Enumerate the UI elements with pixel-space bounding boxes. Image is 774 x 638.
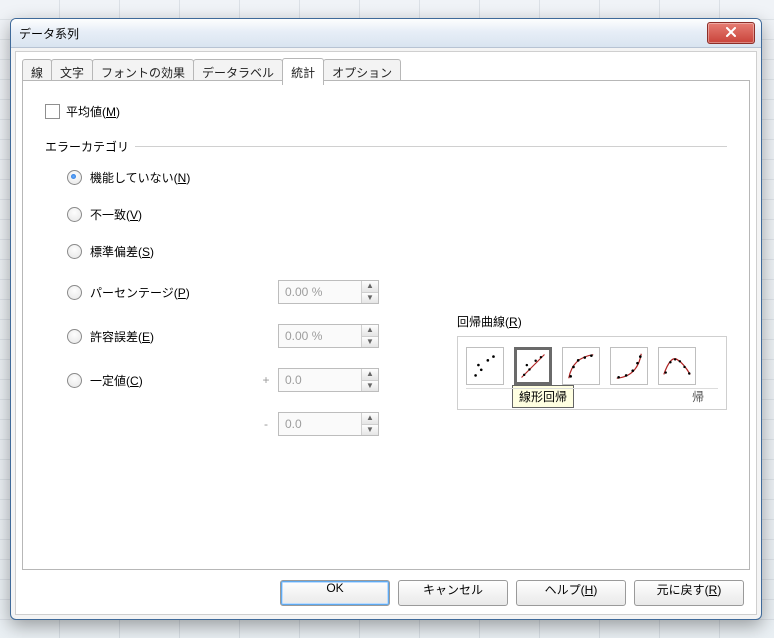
regression-caption: 帰 bbox=[692, 388, 704, 405]
spin-down-icon[interactable]: ▼ bbox=[362, 425, 378, 436]
spin-down-icon[interactable]: ▼ bbox=[362, 337, 378, 348]
radio-constant[interactable] bbox=[67, 373, 82, 388]
regression-label: 回帰曲線(R) bbox=[457, 313, 727, 330]
mean-value-label: 平均値(M) bbox=[66, 103, 120, 120]
regression-option-exponential[interactable] bbox=[610, 347, 648, 385]
statistics-panel: 平均値(M) エラーカテゴリ 機能していない(N) 不一致(V) 標準偏差(S) bbox=[22, 81, 750, 570]
ok-button[interactable]: OK bbox=[280, 580, 390, 606]
radio-variance[interactable] bbox=[67, 207, 82, 222]
regression-section: 回帰曲線(R) bbox=[457, 313, 727, 410]
button-bar: OK キャンセル ヘルプ(H) 元に戻す(R) bbox=[280, 580, 744, 606]
regression-option-none[interactable] bbox=[466, 347, 504, 385]
error-margin-spinner[interactable]: ▲▼ bbox=[278, 324, 379, 348]
spin-up-icon[interactable]: ▲ bbox=[362, 325, 378, 337]
constant-minus-spinner[interactable]: ▲▼ bbox=[278, 412, 379, 436]
spin-down-icon[interactable]: ▼ bbox=[362, 381, 378, 392]
titlebar[interactable]: データ系列 bbox=[11, 19, 761, 48]
cancel-button[interactable]: キャンセル bbox=[398, 580, 508, 606]
close-button[interactable] bbox=[707, 22, 755, 44]
row-constant-minus: - ▲▼ bbox=[67, 412, 727, 436]
regression-option-linear[interactable] bbox=[514, 347, 552, 385]
regression-none-icon bbox=[469, 350, 501, 382]
plus-sign: + bbox=[260, 373, 272, 387]
regression-exp-icon bbox=[613, 350, 645, 382]
constant-plus-spinner[interactable]: ▲▼ bbox=[278, 368, 379, 392]
window-title: データ系列 bbox=[19, 25, 79, 42]
error-category-group: エラーカテゴリ bbox=[45, 138, 727, 155]
radio-stddev[interactable] bbox=[67, 244, 82, 259]
radio-error-margin-label: 許容誤差(E) bbox=[90, 328, 260, 345]
regression-option-logarithmic[interactable] bbox=[562, 347, 600, 385]
help-button[interactable]: ヘルプ(H) bbox=[516, 580, 626, 606]
row-none: 機能していない(N) bbox=[67, 169, 727, 186]
radio-none[interactable] bbox=[67, 170, 82, 185]
regression-box: 線形回帰 帰 bbox=[457, 336, 727, 410]
regression-power-icon bbox=[661, 350, 693, 382]
radio-percentage-label: パーセンテージ(P) bbox=[90, 284, 260, 301]
tab-statistics[interactable]: 統計 bbox=[282, 58, 324, 85]
spin-up-icon[interactable]: ▲ bbox=[362, 369, 378, 381]
regression-option-power[interactable] bbox=[658, 347, 696, 385]
data-series-dialog: データ系列 線 文字 フォントの効果 データラベル 統計 オプション 平均値 bbox=[10, 18, 762, 620]
regression-linear-icon bbox=[518, 351, 548, 381]
radio-stddev-label: 標準偏差(S) bbox=[90, 243, 260, 260]
close-icon bbox=[725, 27, 737, 37]
row-stddev: 標準偏差(S) bbox=[67, 243, 727, 260]
radio-none-label: 機能していない(N) bbox=[90, 169, 260, 186]
spin-up-icon[interactable]: ▲ bbox=[362, 281, 378, 293]
percentage-spinner[interactable]: ▲▼ bbox=[278, 280, 379, 304]
regression-log-icon bbox=[565, 350, 597, 382]
error-margin-input[interactable] bbox=[279, 325, 361, 347]
percentage-input[interactable] bbox=[279, 281, 361, 303]
radio-constant-label: 一定値(C) bbox=[90, 372, 260, 389]
client-area: 線 文字 フォントの効果 データラベル 統計 オプション 平均値(M) エラーカ… bbox=[15, 51, 757, 615]
mean-value-checkbox[interactable] bbox=[45, 104, 60, 119]
row-percentage: パーセンテージ(P) ▲▼ bbox=[67, 280, 727, 304]
constant-minus-input[interactable] bbox=[279, 413, 361, 435]
error-category-heading: エラーカテゴリ bbox=[45, 138, 135, 155]
row-variance: 不一致(V) bbox=[67, 206, 727, 223]
spin-up-icon[interactable]: ▲ bbox=[362, 413, 378, 425]
radio-variance-label: 不一致(V) bbox=[90, 206, 260, 223]
spin-down-icon[interactable]: ▼ bbox=[362, 293, 378, 304]
radio-percentage[interactable] bbox=[67, 285, 82, 300]
reset-button[interactable]: 元に戻す(R) bbox=[634, 580, 744, 606]
radio-error-margin[interactable] bbox=[67, 329, 82, 344]
minus-sign: - bbox=[260, 417, 272, 431]
constant-plus-input[interactable] bbox=[279, 369, 361, 391]
mean-value-row: 平均値(M) bbox=[45, 103, 727, 120]
